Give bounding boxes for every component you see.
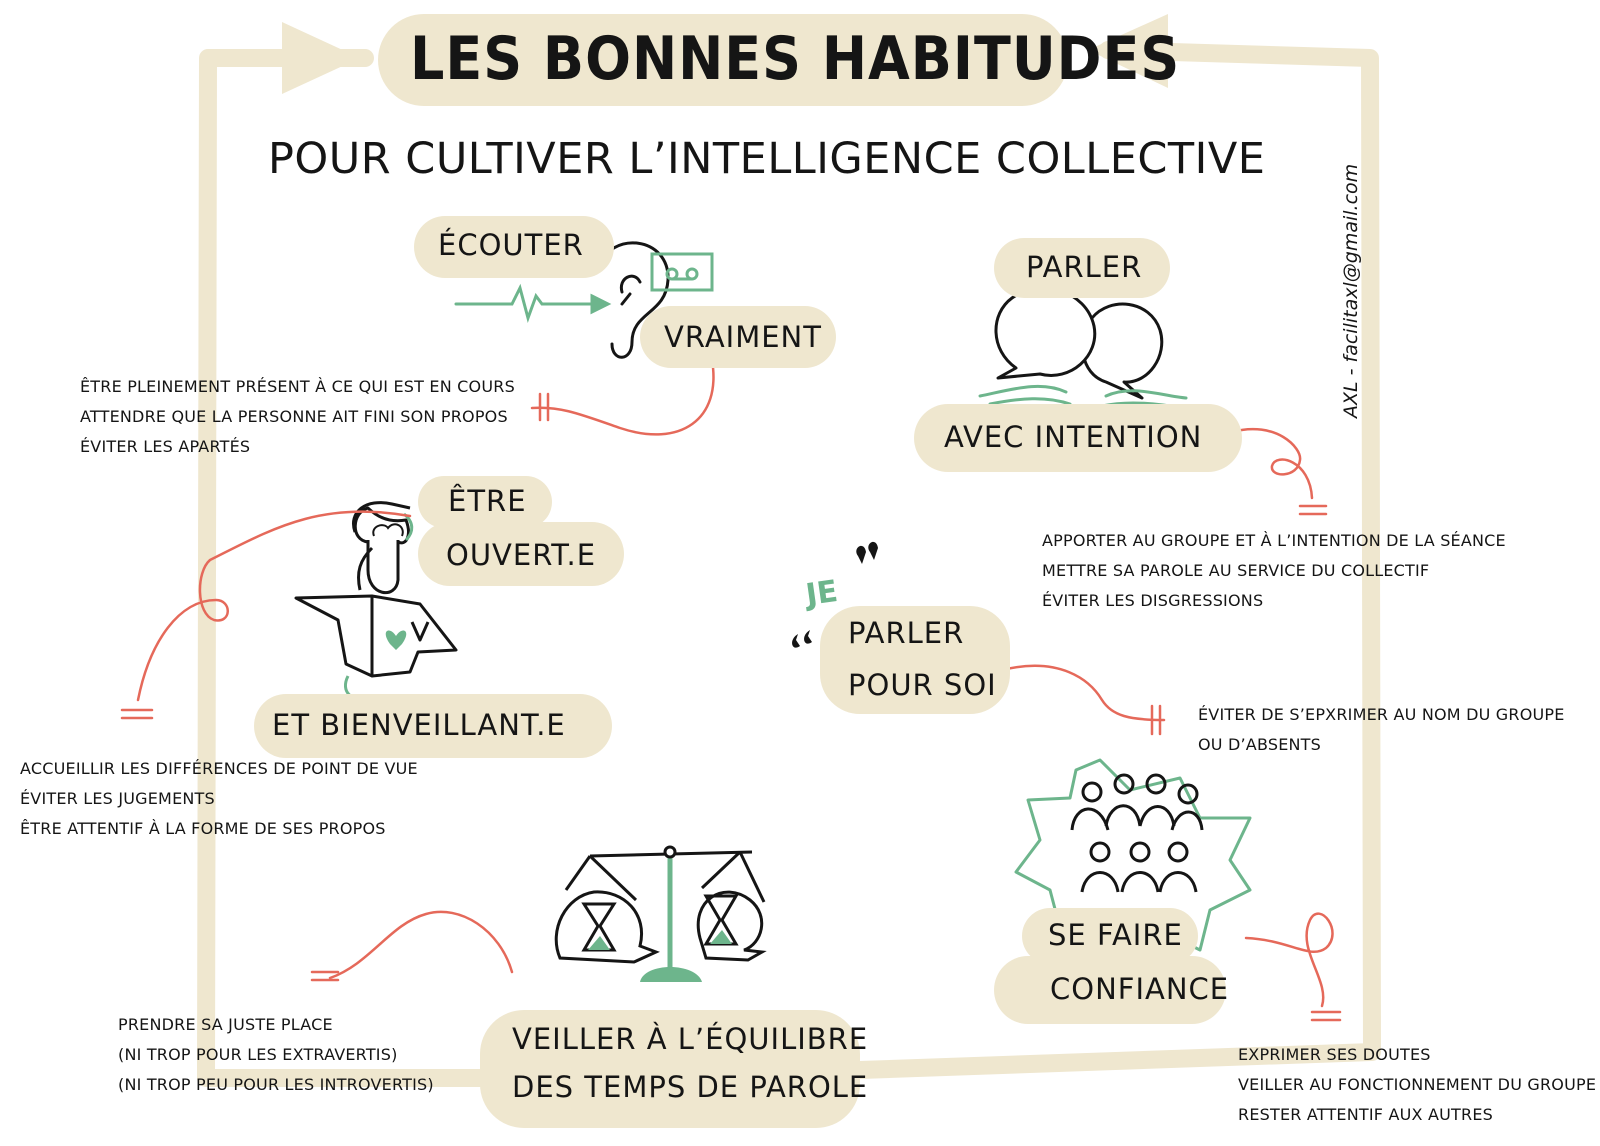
note-line: ÊTRE ATTENTIF À LA FORME DE SES PROPOS — [20, 819, 386, 838]
ouvert-label: OUVERT.E — [446, 538, 597, 572]
note-line: METTRE SA PAROLE AU SERVICE DU COLLECTIF — [1042, 561, 1430, 580]
avec-intention-label: AVEC INTENTION — [944, 420, 1203, 454]
note-line: APPORTER AU GROUPE ET À L’INTENTION DE L… — [1042, 531, 1506, 550]
speech-bubbles-icon — [994, 286, 1164, 400]
note-line: VEILLER AU FONCTIONNEMENT DU GROUPE — [1238, 1075, 1597, 1094]
note-line: ÉVITER LES APARTÉS — [80, 437, 251, 456]
open-head-icon — [352, 501, 411, 595]
note-line: ACCUEILLIR LES DIFFÉRENCES DE POINT DE V… — [20, 759, 418, 778]
heart-icon — [385, 630, 407, 650]
note-line: ATTENDRE QUE LA PERSONNE AIT FINI SON PR… — [80, 407, 508, 426]
heartbeat-line — [454, 283, 612, 323]
note-line: OU D’ABSENTS — [1198, 735, 1322, 754]
parler-label: PARLER — [1026, 250, 1143, 284]
ecouter-label: ÉCOUTER — [438, 228, 584, 262]
author-credit: AXL - facilitaxl@gmail.com — [1340, 163, 1362, 418]
note-line: ÉVITER DE S’EPXRIMER AU NOM DU GROUPE — [1198, 705, 1565, 724]
bienveillant-label: ET BIENVEILLANT.E — [272, 708, 566, 742]
ouvert-notes: ACCUEILLIR LES DIFFÉRENCES DE POINT DE V… — [20, 754, 418, 844]
cassette-icon — [650, 252, 714, 292]
page-title: LES BONNES HABITUDES — [410, 24, 1181, 94]
parler-notes: APPORTER AU GROUPE ET À L’INTENTION DE L… — [1042, 526, 1506, 616]
equilibre-label1: VEILLER À L’ÉQUILIBRE — [512, 1022, 869, 1056]
note-line: EXPRIMER SES DOUTES — [1238, 1045, 1431, 1064]
confiance-notes: EXPRIMER SES DOUTES VEILLER AU FONCTIONN… — [1238, 1040, 1596, 1130]
balance-scale-icon — [554, 845, 767, 982]
page-subtitle: POUR CULTIVER L’INTELLIGENCE COLLECTIVE — [268, 134, 1266, 184]
se-faire-label: SE FAIRE — [1048, 918, 1183, 952]
pour-soi-notes: ÉVITER DE S’EPXRIMER AU NOM DU GROUPE OU… — [1198, 700, 1565, 760]
confiance-label: CONFIANCE — [1050, 972, 1230, 1006]
heart-box-icon — [294, 594, 458, 678]
note-line: (NI TROP PEU POUR LES INTROVERTIS) — [118, 1075, 434, 1094]
pour-soi-label1: PARLER — [848, 616, 965, 650]
ecouter-notes: ÊTRE PLEINEMENT PRÉSENT À CE QUI EST EN … — [80, 372, 515, 462]
note-line: ÉVITER LES DISGRESSIONS — [1042, 591, 1264, 610]
pour-soi-label2: POUR SOI — [848, 668, 997, 702]
etre-label: ÊTRE — [448, 484, 527, 518]
note-line: (NI TROP POUR LES EXTRAVERTIS) — [118, 1045, 398, 1064]
brain-doodle — [372, 523, 404, 537]
vraiment-label: VRAIMENT — [664, 320, 822, 354]
equilibre-label2: DES TEMPS DE PAROLE — [512, 1070, 869, 1104]
note-line: RESTER ATTENTIF AUX AUTRES — [1238, 1105, 1494, 1124]
note-line: ÉVITER LES JUGEMENTS — [20, 789, 215, 808]
je-quote: JE — [803, 573, 840, 614]
note-line: PRENDRE SA JUSTE PLACE — [118, 1015, 333, 1034]
equilibre-notes: PRENDRE SA JUSTE PLACE (NI TROP POUR LES… — [118, 1010, 434, 1100]
note-line: ÊTRE PLEINEMENT PRÉSENT À CE QUI EST EN … — [80, 377, 515, 396]
